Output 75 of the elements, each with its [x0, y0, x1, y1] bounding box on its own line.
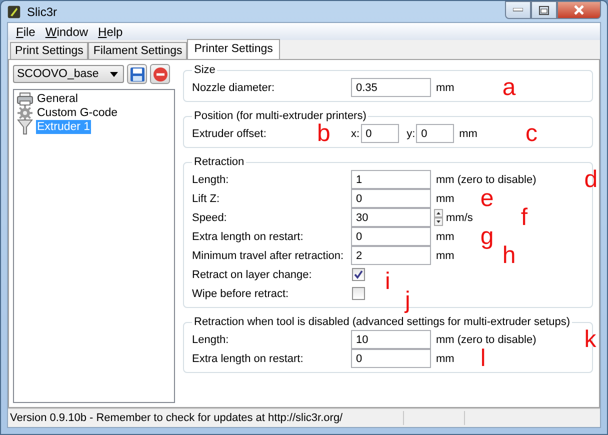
annotation-letter: i	[385, 268, 390, 294]
field-label: Length:	[192, 174, 230, 186]
tab[interactable]: Filament Settings	[88, 42, 188, 59]
input-field[interactable]: 0	[351, 227, 431, 246]
field-label: Wipe before retract:	[192, 288, 290, 300]
save-button[interactable]	[127, 64, 147, 84]
unit-label: mm	[436, 82, 454, 94]
funnel-icon	[17, 119, 33, 135]
input-field[interactable]: 0	[351, 349, 431, 368]
tree-item[interactable]: General	[36, 92, 79, 106]
annotation-letter: g	[480, 224, 494, 250]
annotation-letter: c	[525, 120, 538, 146]
maximize-icon	[539, 6, 549, 14]
minimize-button[interactable]	[505, 1, 531, 19]
window-title: Slic3r	[27, 4, 58, 18]
input-field[interactable]: 30	[351, 208, 431, 227]
annotation-letter: h	[502, 242, 516, 268]
unit-label: mm	[459, 128, 478, 140]
input-field[interactable]: 0	[360, 124, 399, 143]
spin-buttons[interactable]	[434, 209, 443, 226]
maximize-button[interactable]	[531, 1, 557, 19]
app-icon	[7, 4, 21, 18]
delete-button[interactable]	[150, 64, 170, 84]
group-title: Position (for multi-extruder printers)	[193, 110, 368, 122]
menu-item[interactable]: Window	[40, 24, 94, 38]
annotation-letter: b	[317, 120, 330, 146]
unit-label: mm (zero to disable)	[436, 334, 536, 346]
field-label: Nozzle diameter:	[192, 82, 276, 94]
input-field[interactable]: 0	[351, 189, 431, 208]
group-title: Retraction when tool is disabled (advanced settings for multi-extruder setups)	[193, 316, 572, 328]
unit-label: mm	[436, 230, 454, 242]
printer-icon	[17, 92, 33, 106]
unit-label: mm	[436, 250, 454, 262]
annotation-letter: j	[405, 288, 410, 314]
annotation-letter: f	[520, 204, 528, 230]
annotation-letter: l	[480, 346, 486, 372]
field-label: Extruder offset:	[192, 128, 268, 140]
caret-icon	[110, 72, 118, 76]
input-field[interactable]: 10	[351, 330, 431, 349]
tab[interactable]: Printer Settings	[187, 39, 280, 59]
field-label: Length:	[192, 334, 230, 346]
input-field[interactable]: 0.35	[351, 78, 431, 97]
field-label: Extra length on restart:	[192, 230, 304, 242]
unit-label: mm/s	[446, 212, 473, 224]
unit-label: mm	[436, 352, 454, 364]
close-button[interactable]	[557, 1, 601, 19]
group-title: Retraction	[193, 156, 246, 168]
field-label: Retract on layer change:	[192, 268, 313, 280]
unit-label: mm (zero to disable)	[436, 174, 536, 186]
checkbox[interactable]	[352, 287, 365, 300]
menu-item[interactable]: File	[11, 24, 40, 38]
axis-label: y:	[406, 128, 416, 140]
input-field[interactable]: 1	[351, 170, 431, 189]
input-field[interactable]: 0	[416, 124, 454, 143]
input-field[interactable]: 2	[351, 246, 431, 265]
tab[interactable]: Print Settings	[10, 42, 88, 59]
no-entry-icon	[152, 66, 168, 82]
field-label: Minimum travel after retraction:	[192, 250, 345, 262]
minimize-icon	[513, 8, 523, 12]
unit-label: mm	[436, 192, 454, 204]
field-label: Lift Z:	[192, 192, 221, 204]
status-text: Version 0.9.10b - Remember to check for updates at http://slic3r.org/	[10, 412, 343, 424]
field-label: Speed:	[192, 212, 228, 224]
tree-item[interactable]: Custom G-code	[36, 106, 119, 120]
checkbox[interactable]	[352, 268, 365, 281]
field-label: Extra length on restart:	[192, 352, 304, 364]
annotation-letter: d	[584, 166, 598, 192]
close-icon	[573, 5, 585, 15]
group-title: Size	[193, 64, 216, 76]
annotation-letter: k	[584, 326, 596, 352]
menu-item[interactable]: Help	[93, 24, 128, 38]
preset-dropdown[interactable]: SCOOVO_base	[13, 65, 124, 83]
annotation-letter: e	[480, 186, 494, 212]
annotation-letter: a	[502, 74, 516, 100]
axis-label: x:	[351, 128, 361, 140]
